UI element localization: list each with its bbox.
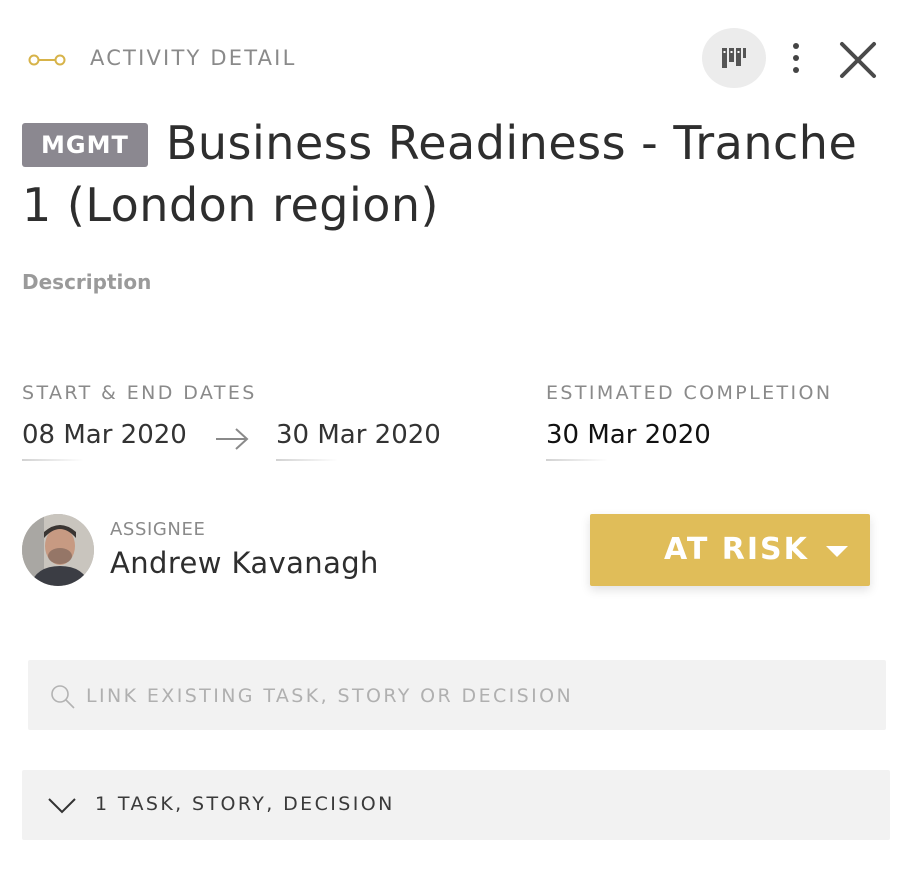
caret-down-icon [826,546,848,557]
activity-title-block: MGMT Business Readiness - Tranche 1 (Lond… [22,112,882,236]
search-input[interactable] [84,676,868,716]
estimated-date-underline [546,459,608,461]
linked-items-label: 1 TASK, STORY, DECISION [95,793,395,815]
link-search-box[interactable] [28,660,886,730]
estimated-completion-field[interactable]: 30 Mar 2020 [546,420,711,450]
estimated-completion-label: ESTIMATED COMPLETION [546,382,833,404]
assignee-name[interactable]: Andrew Kavanagh [110,546,379,580]
end-date-field[interactable]: 30 Mar 2020 [276,420,441,450]
activity-detail-panel: ACTIVITY DETAIL MGMT Business Readiness -… [0,0,908,870]
close-icon[interactable] [836,38,880,82]
panel-title: ACTIVITY DETAIL [90,46,297,70]
start-date-field[interactable]: 08 Mar 2020 [22,420,187,450]
linked-items-toggle[interactable]: 1 TASK, STORY, DECISION [22,770,890,840]
chevron-down-icon [48,798,76,814]
timeline-link-icon [28,54,66,66]
status-label: AT RISK [664,532,809,567]
category-tag[interactable]: MGMT [22,123,148,167]
dates-label: START & END DATES [22,382,257,404]
status-dropdown[interactable]: AT RISK [590,514,870,586]
arrow-right-icon [216,428,249,450]
search-icon [51,685,75,709]
board-view-icon [722,48,746,68]
avatar-portrait [22,514,94,586]
end-date-underline [276,459,338,461]
more-vertical-icon[interactable] [786,40,806,76]
assignee-label: ASSIGNEE [110,519,206,540]
board-view-button[interactable] [702,28,766,88]
start-date-underline [22,459,84,461]
avatar[interactable] [22,514,94,586]
description-label[interactable]: Description [22,270,151,294]
